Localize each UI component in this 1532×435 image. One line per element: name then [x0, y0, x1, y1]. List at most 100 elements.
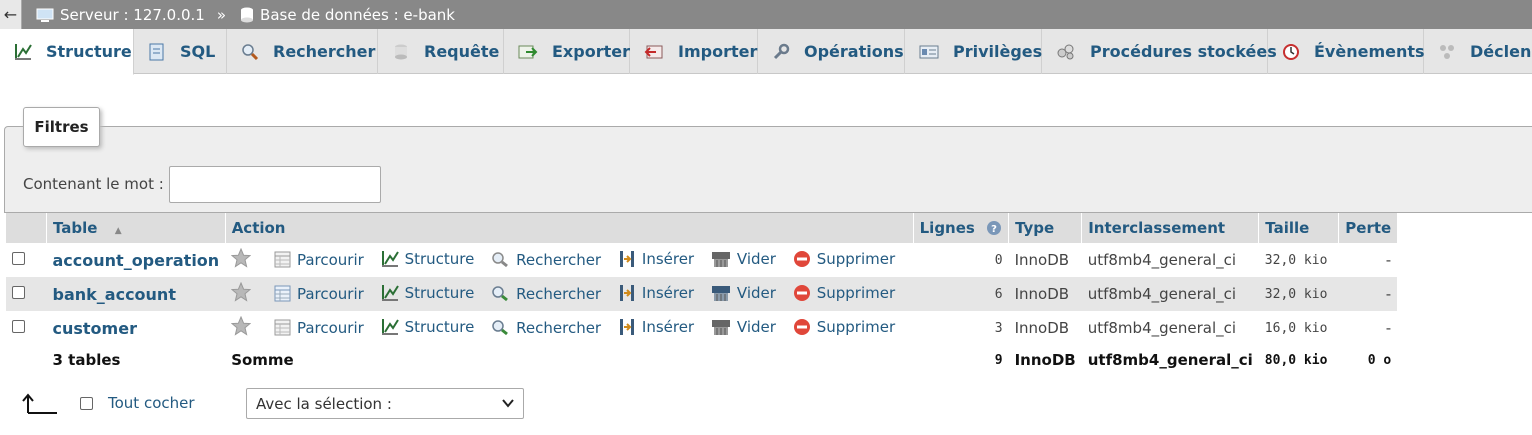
- export-icon: [518, 42, 538, 62]
- query-icon: [392, 42, 410, 62]
- structure-button[interactable]: Structure: [381, 250, 474, 268]
- actions-cell: Parcourir Structure Rechercher Insérer V…: [225, 277, 914, 311]
- svg-text:?: ?: [991, 224, 997, 235]
- server-icon: [36, 8, 54, 22]
- vider-button[interactable]: Vider: [711, 318, 776, 336]
- empty-icon: [711, 286, 730, 301]
- table-name-link[interactable]: bank_account: [53, 285, 176, 304]
- header-interclassement[interactable]: Interclassement: [1081, 213, 1259, 243]
- structure-button[interactable]: Structure: [381, 318, 474, 336]
- tables-table: Table ▲ Action Lignes ? Type Interclasse…: [5, 213, 1398, 375]
- taille-cell[interactable]: 32,0 kio: [1258, 243, 1339, 277]
- rechercher-button[interactable]: Rechercher: [491, 319, 601, 337]
- select-arrow-icon: [22, 393, 57, 414]
- tab-privileges[interactable]: Privilèges: [905, 29, 1042, 74]
- footer-lignes: 9: [913, 345, 1009, 375]
- parcourir-button[interactable]: Parcourir: [274, 251, 364, 269]
- tab-requete[interactable]: Requête: [378, 29, 504, 74]
- header-lignes[interactable]: Lignes ?: [912, 213, 1009, 243]
- row-checkbox[interactable]: [11, 252, 25, 265]
- table-row: customer Parcourir Structure Rechercher …: [5, 311, 1398, 345]
- tab-operations[interactable]: Opérations: [758, 29, 905, 74]
- footer-type: InnoDB: [1008, 345, 1082, 375]
- browse-icon: [274, 319, 291, 336]
- structure-button[interactable]: Structure: [381, 284, 474, 302]
- breadcrumb-separator: »: [216, 5, 227, 24]
- insert-icon: [619, 319, 634, 335]
- browse-icon: [274, 285, 291, 302]
- row-checkbox-cell: [5, 277, 47, 311]
- tab-evenements[interactable]: Évènements: [1268, 29, 1425, 74]
- parcourir-button[interactable]: Parcourir: [274, 319, 364, 337]
- chevron-down-icon: [502, 399, 514, 408]
- taille-cell[interactable]: 16,0 kio: [1258, 311, 1339, 345]
- perte-cell: -: [1338, 277, 1398, 311]
- inserer-button[interactable]: Insérer: [618, 318, 694, 336]
- sort-asc-icon: ▲: [114, 226, 122, 236]
- tab-importer[interactable]: Importer: [630, 29, 758, 74]
- inserer-button[interactable]: Insérer: [618, 250, 694, 268]
- collation-cell: utf8mb4_general_ci: [1081, 243, 1259, 277]
- footer-perte: 0 o: [1338, 345, 1398, 375]
- actions-cell: Parcourir Structure Rechercher Insérer V…: [225, 243, 914, 277]
- table-name-link[interactable]: customer: [53, 319, 137, 338]
- check-all-checkbox[interactable]: [80, 397, 93, 410]
- header-type[interactable]: Type: [1008, 213, 1082, 243]
- type-cell: InnoDB: [1008, 311, 1082, 345]
- tab-declencheurs[interactable]: Déclenc: [1424, 29, 1532, 74]
- privileges-icon: [919, 42, 939, 62]
- parcourir-button[interactable]: Parcourir: [274, 285, 364, 303]
- help-icon[interactable]: ?: [986, 220, 1002, 236]
- star-icon: [231, 248, 252, 268]
- favorite-button[interactable]: [231, 316, 257, 336]
- rechercher-button[interactable]: Rechercher: [491, 285, 601, 303]
- tab-sql[interactable]: SQL: [134, 29, 227, 74]
- sql-icon: [148, 42, 166, 62]
- header-taille[interactable]: Taille: [1258, 213, 1339, 243]
- table-footer-row: 3 tables Somme 9 InnoDB utf8mb4_general_…: [5, 345, 1398, 375]
- supprimer-button[interactable]: Supprimer: [793, 284, 895, 302]
- check-all-label[interactable]: Tout cocher: [108, 394, 195, 412]
- table-header-row: Table ▲ Action Lignes ? Type Interclasse…: [5, 213, 1398, 243]
- breadcrumb-server[interactable]: Serveur : 127.0.0.1: [36, 6, 205, 24]
- star-icon: [231, 316, 252, 336]
- browse-icon: [274, 251, 291, 268]
- back-icon[interactable]: ←: [0, 0, 22, 29]
- tab-structure[interactable]: Structure: [0, 29, 134, 75]
- header-action: Action: [224, 213, 914, 243]
- row-checkbox[interactable]: [11, 320, 25, 333]
- taille-cell[interactable]: 32,0 kio: [1258, 277, 1339, 311]
- filter-input[interactable]: [169, 166, 381, 203]
- vider-button[interactable]: Vider: [711, 284, 776, 302]
- with-selection-select[interactable]: Avec la sélection :: [246, 388, 524, 419]
- routines-icon: [1056, 42, 1076, 62]
- tab-rechercher[interactable]: Rechercher: [227, 29, 378, 74]
- tab-exporter[interactable]: Exporter: [504, 29, 630, 74]
- vider-button[interactable]: Vider: [711, 250, 776, 268]
- search-icon: [241, 42, 259, 62]
- lignes-cell: 3: [913, 311, 1009, 345]
- table-row: bank_account Parcourir Structure Recherc…: [5, 277, 1398, 311]
- row-checkbox-cell: [5, 311, 47, 345]
- favorite-button[interactable]: [231, 248, 257, 268]
- row-checkbox[interactable]: [11, 286, 25, 299]
- rechercher-button[interactable]: Rechercher: [491, 251, 601, 269]
- supprimer-button[interactable]: Supprimer: [793, 318, 895, 336]
- table-row: account_operation Parcourir Structure Re…: [5, 243, 1398, 277]
- header-table[interactable]: Table ▲: [46, 213, 226, 243]
- supprimer-button[interactable]: Supprimer: [793, 250, 895, 268]
- inserer-button[interactable]: Insérer: [618, 284, 694, 302]
- actions-cell: Parcourir Structure Rechercher Insérer V…: [225, 311, 914, 345]
- header-perte[interactable]: Perte: [1338, 213, 1398, 243]
- table-name-cell: customer: [46, 311, 226, 345]
- footer-collation: utf8mb4_general_ci: [1081, 345, 1259, 375]
- footer-label: Somme: [225, 345, 914, 375]
- favorite-button[interactable]: [231, 282, 257, 302]
- breadcrumb-database[interactable]: Base de données : e-bank: [240, 6, 455, 24]
- table-name-link[interactable]: account_operation: [53, 251, 220, 270]
- row-checkbox-cell: [5, 243, 47, 277]
- insert-icon: [619, 251, 634, 267]
- clock-icon: [1282, 42, 1300, 62]
- tab-procedures-stockees[interactable]: Procédures stockées: [1042, 29, 1277, 74]
- table-name-cell: bank_account: [46, 277, 226, 311]
